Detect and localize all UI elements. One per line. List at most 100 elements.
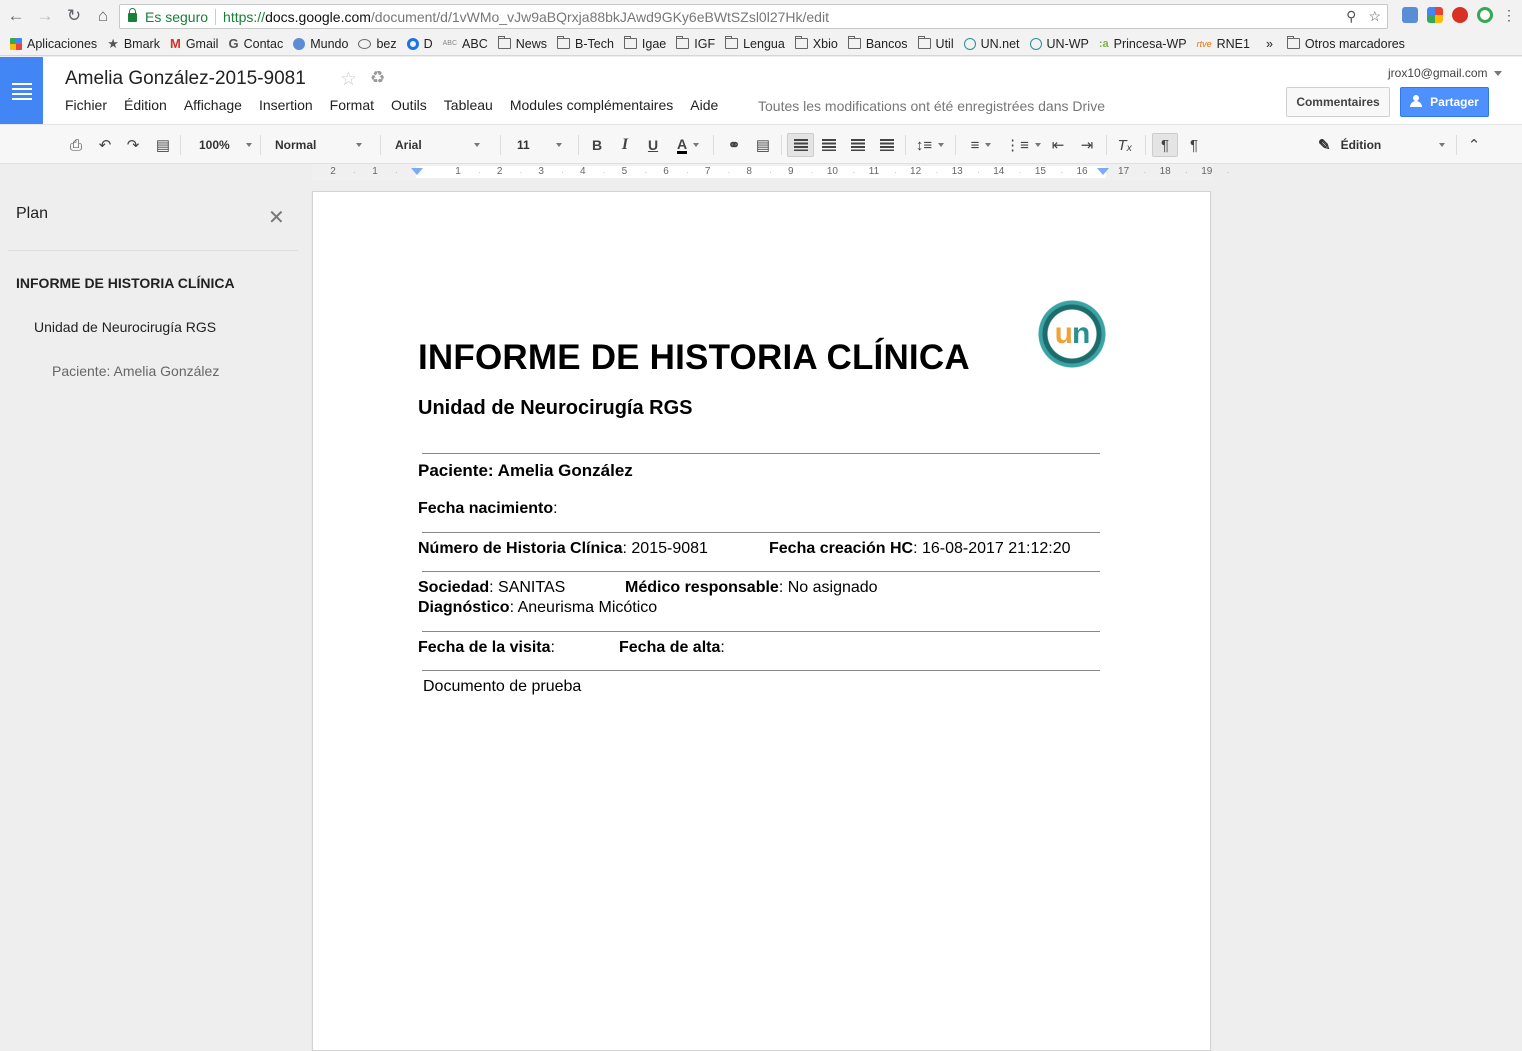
bookmark-un-net[interactable]: UN.net [963,37,1020,51]
bookmark-mundo[interactable]: Mundo [293,37,348,51]
font-select[interactable]: Arial [395,133,480,157]
print-icon[interactable]: ⎙ [66,133,86,157]
bookmarks-bar: Aplicaciones ★ Bmark M Gmail G Contac Mundo bez D… [0,32,1522,56]
bookmark-xbio[interactable]: Xbio [794,36,838,51]
close-icon[interactable]: ✕ [268,205,285,230]
chevron-down-icon [693,143,700,147]
bookmark-igae[interactable]: Igae [623,36,666,51]
ruler-tick: · [977,168,980,177]
ruler-label: 9 [788,166,794,177]
decrease-indent-icon[interactable]: ⇤ [1047,133,1069,157]
url-input[interactable]: Es seguro https://docs.google.com/docume… [119,4,1388,29]
clear-formatting-icon[interactable]: Tₓ [1114,133,1136,157]
bulleted-list-button[interactable]: ⋮≡ [1004,133,1042,157]
bookmark-overflow[interactable]: » [1266,37,1273,51]
link-icon[interactable]: ⚭ [723,133,745,157]
ltr-direction-icon[interactable]: ¶ [1152,133,1178,157]
comments-button[interactable]: Commentaires [1286,87,1390,117]
redo-icon[interactable]: ↷ [123,133,143,157]
save-status[interactable]: Toutes les modifications ont été enregis… [758,98,1105,114]
bookmark-news[interactable]: News [497,36,547,51]
bookmark-aplicaciones[interactable]: Aplicaciones [10,37,97,51]
un-logo: un [1038,300,1106,368]
share-label: Partager [1430,95,1479,109]
bold-button[interactable]: B [587,133,607,157]
menu-edition[interactable]: Édition [124,97,167,113]
docs-home-icon[interactable] [0,57,43,124]
forward-icon[interactable]: → [32,3,58,29]
bookmark-lengua[interactable]: Lengua [725,36,785,51]
bookmark-abc[interactable]: ABC ABC [443,37,488,51]
account-menu[interactable]: jrox10@gmail.com [1388,66,1502,80]
undo-icon[interactable]: ↶ [95,133,115,157]
bookmark-gmail[interactable]: M Gmail [170,36,219,51]
bookmark-otros-marcadores[interactable]: Otros marcadores [1286,36,1405,51]
bookmark-util[interactable]: Util [917,36,954,51]
bookmark-rne1[interactable]: rtve RNE1 [1197,37,1250,51]
back-icon[interactable]: ← [3,3,29,29]
menu-outils[interactable]: Outils [391,97,427,113]
outline-title: Plan [16,205,49,222]
star-icon[interactable]: ☆ [340,68,357,91]
menu-aide[interactable]: Aide [690,97,718,113]
align-right-icon [851,139,865,151]
bookmark-bancos[interactable]: Bancos [847,36,908,51]
browser-menu-icon[interactable]: ⋮ [1502,7,1516,23]
bookmark-bez[interactable]: bez [358,37,397,51]
move-to-folder-icon[interactable]: ♻ [370,68,385,88]
bookmark-star-icon[interactable]: ☆ [1368,8,1381,25]
line-spacing-button[interactable]: ↕≡ [912,133,948,157]
zoom-select[interactable]: 100% [199,133,252,157]
italic-button[interactable]: I [615,133,635,157]
paint-format-icon[interactable]: ▤ [153,133,173,157]
extension-icon-1[interactable] [1402,7,1418,23]
align-right-button[interactable] [847,133,869,157]
zoom-icon[interactable]: ⚲ [1346,8,1356,25]
princesa-icon: :a [1098,37,1109,50]
google-icon: G [228,36,239,51]
menu-insertion[interactable]: Insertion [259,97,313,113]
font-size-select[interactable]: 11 [517,133,562,157]
extension-icon-3[interactable] [1452,7,1468,23]
divider [422,532,1100,533]
extension-icon-4[interactable] [1477,7,1493,23]
extension-icon-2[interactable] [1427,7,1443,23]
align-left-button[interactable] [787,133,814,157]
home-icon[interactable]: ⌂ [90,3,116,29]
share-button[interactable]: Partager [1400,87,1489,117]
menu-affichage[interactable]: Affichage [184,97,242,113]
ruler[interactable]: 2 · 1 · 1 · 2 · 3 · 4 · 5 · 6 · 7 · 8 · 9 · 10 · 11 · 12 · 13 · 14 · 15 ·… [312,164,1229,180]
rtl-direction-icon[interactable]: ¶ [1183,133,1205,157]
text-color-button[interactable]: A [670,133,706,157]
ruler-label: 19 [1201,166,1213,177]
collapse-icon[interactable]: ⌃ [1463,133,1485,157]
outline-item-heading-2[interactable]: Unidad de Neurocirugía RGS [34,319,216,335]
document-title[interactable]: Amelia González-2015-9081 [65,68,306,90]
bookmark-d[interactable]: D [406,37,433,51]
underline-button[interactable]: U [643,133,663,157]
menu-fichier[interactable]: Fichier [65,97,107,113]
outline-item-heading-1[interactable]: INFORME DE HISTORIA CLÍNICA [16,275,235,291]
bookmark-bmark[interactable]: ★ Bmark [107,36,160,52]
comment-icon[interactable]: ▤ [752,133,774,157]
numbered-list-button[interactable]: ≡ [962,133,1000,157]
menu-tableau[interactable]: Tableau [444,97,493,113]
increase-indent-icon[interactable]: ⇥ [1076,133,1098,157]
justify-button[interactable] [876,133,898,157]
outline-item-heading-3[interactable]: Paciente: Amelia González [52,363,219,379]
align-center-button[interactable] [818,133,840,157]
bookmark-b-tech[interactable]: B-Tech [557,36,614,51]
editing-mode-select[interactable]: ✎ Édition [1318,133,1448,157]
reload-icon[interactable]: ↻ [61,3,87,29]
ruler-tick: · [852,168,856,177]
bookmark-princesa-wp[interactable]: :a Princesa-WP [1099,37,1187,51]
menu-format[interactable]: Format [330,97,374,113]
left-indent-marker[interactable] [411,168,423,175]
bookmark-igf[interactable]: IGF [676,36,715,51]
ruler-label: 2 [330,166,336,177]
style-select[interactable]: Normal [275,133,363,157]
bookmark-un-wp[interactable]: UN-WP [1029,37,1089,51]
document-page[interactable]: un INFORME DE HISTORIA CLÍNICA Unidad de… [312,191,1211,1051]
bookmark-contac[interactable]: G Contac [228,36,283,51]
menu-modules[interactable]: Modules complémentaires [510,97,673,113]
